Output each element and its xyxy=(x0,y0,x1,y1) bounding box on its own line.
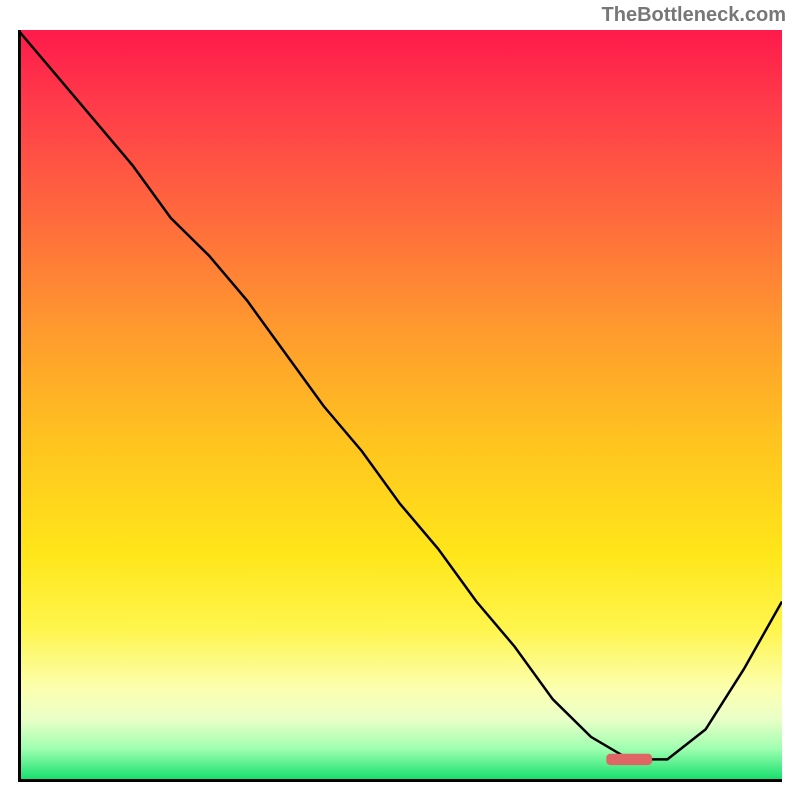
gradient-backdrop xyxy=(21,30,782,779)
chart-plot xyxy=(18,30,782,782)
watermark: TheBottleneck.com xyxy=(602,4,786,27)
optimal-marker xyxy=(606,754,652,765)
